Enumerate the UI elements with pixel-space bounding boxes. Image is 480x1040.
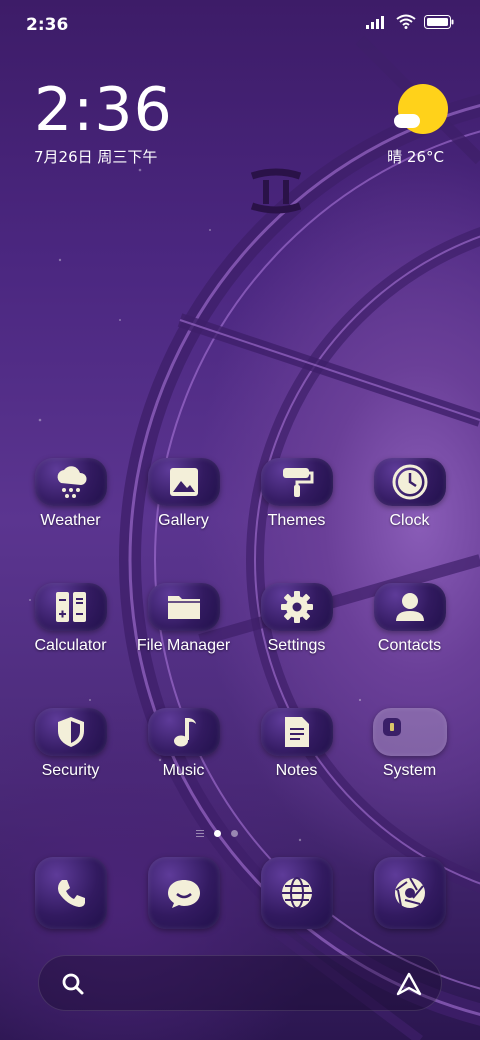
app-label: Gallery: [158, 512, 209, 529]
clock-icon: [373, 458, 446, 506]
app-weather[interactable]: Weather: [14, 458, 127, 530]
weather-text: 晴 26°C: [387, 148, 444, 166]
assistant-icon[interactable]: [395, 970, 423, 998]
feed-page-icon: [196, 830, 204, 837]
search-bar[interactable]: [38, 955, 442, 1011]
clock-widget[interactable]: 2:36 7月26日 周三下午: [34, 78, 173, 167]
page-dot-active: [214, 830, 221, 837]
music-note-icon: [147, 708, 220, 756]
folder-icon: [372, 708, 447, 756]
app-music[interactable]: Music: [127, 708, 240, 780]
app-label: System: [382, 762, 437, 779]
app-label: Notes: [275, 762, 318, 779]
app-label: Themes: [267, 512, 326, 529]
gallery-image-icon: [147, 458, 220, 506]
gear-icon: [260, 583, 333, 631]
paint-roller-icon: [260, 458, 333, 506]
app-label: Security: [41, 762, 100, 779]
battery-icon: [424, 14, 454, 29]
person-icon: [373, 583, 446, 631]
cloud-icon: [394, 114, 420, 128]
status-icons: [366, 14, 454, 29]
phone-icon: [34, 857, 107, 929]
app-label: Settings: [267, 637, 326, 654]
status-time: 2:36: [26, 15, 69, 35]
app-label: Weather: [40, 512, 101, 529]
note-icon: [260, 708, 333, 756]
dock-phone[interactable]: [14, 857, 127, 929]
app-gallery[interactable]: Gallery: [127, 458, 240, 530]
page-dot: [231, 830, 238, 837]
app-label: File Manager: [136, 637, 231, 654]
wifi-icon: [396, 14, 416, 29]
status-bar: 2:36: [0, 0, 480, 50]
weather-widget[interactable]: 晴 26°C: [387, 84, 448, 166]
message-bubble-icon: [147, 857, 220, 929]
widget-time: 2:36: [34, 75, 173, 145]
dock-camera[interactable]: [353, 857, 466, 929]
app-label: Clock: [389, 512, 430, 529]
shield-icon: [34, 708, 107, 756]
app-calculator[interactable]: Calculator: [14, 583, 127, 655]
app-security[interactable]: Security: [14, 708, 127, 780]
mini-app-icon: [382, 718, 401, 736]
sunny-weather-icon: [394, 84, 448, 134]
widget-date: 7月26日 周三下午: [34, 148, 158, 166]
dock: [14, 857, 466, 929]
browser-globe-icon: [260, 857, 333, 929]
camera-shutter-icon: [373, 857, 446, 929]
app-notes[interactable]: Notes: [240, 708, 353, 780]
weather-snow-cloud-icon: [34, 458, 107, 506]
app-clock[interactable]: Clock: [353, 458, 466, 530]
signal-icon: [366, 15, 384, 29]
dock-messages[interactable]: [127, 857, 240, 929]
app-file-manager[interactable]: File Manager: [127, 583, 240, 655]
page-indicator[interactable]: [196, 830, 238, 837]
app-settings[interactable]: Settings: [240, 583, 353, 655]
app-folder-system[interactable]: System: [353, 708, 466, 780]
app-label: Music: [162, 762, 205, 779]
app-label: Calculator: [34, 637, 107, 654]
folder-icon: [147, 583, 220, 631]
app-contacts[interactable]: Contacts: [353, 583, 466, 655]
app-grid: Weather Gallery Themes Clock Calculator …: [14, 458, 466, 780]
search-icon[interactable]: [61, 972, 85, 996]
app-themes[interactable]: Themes: [240, 458, 353, 530]
calculator-icon: [34, 583, 107, 631]
app-label: Contacts: [377, 637, 442, 654]
dock-browser[interactable]: [240, 857, 353, 929]
